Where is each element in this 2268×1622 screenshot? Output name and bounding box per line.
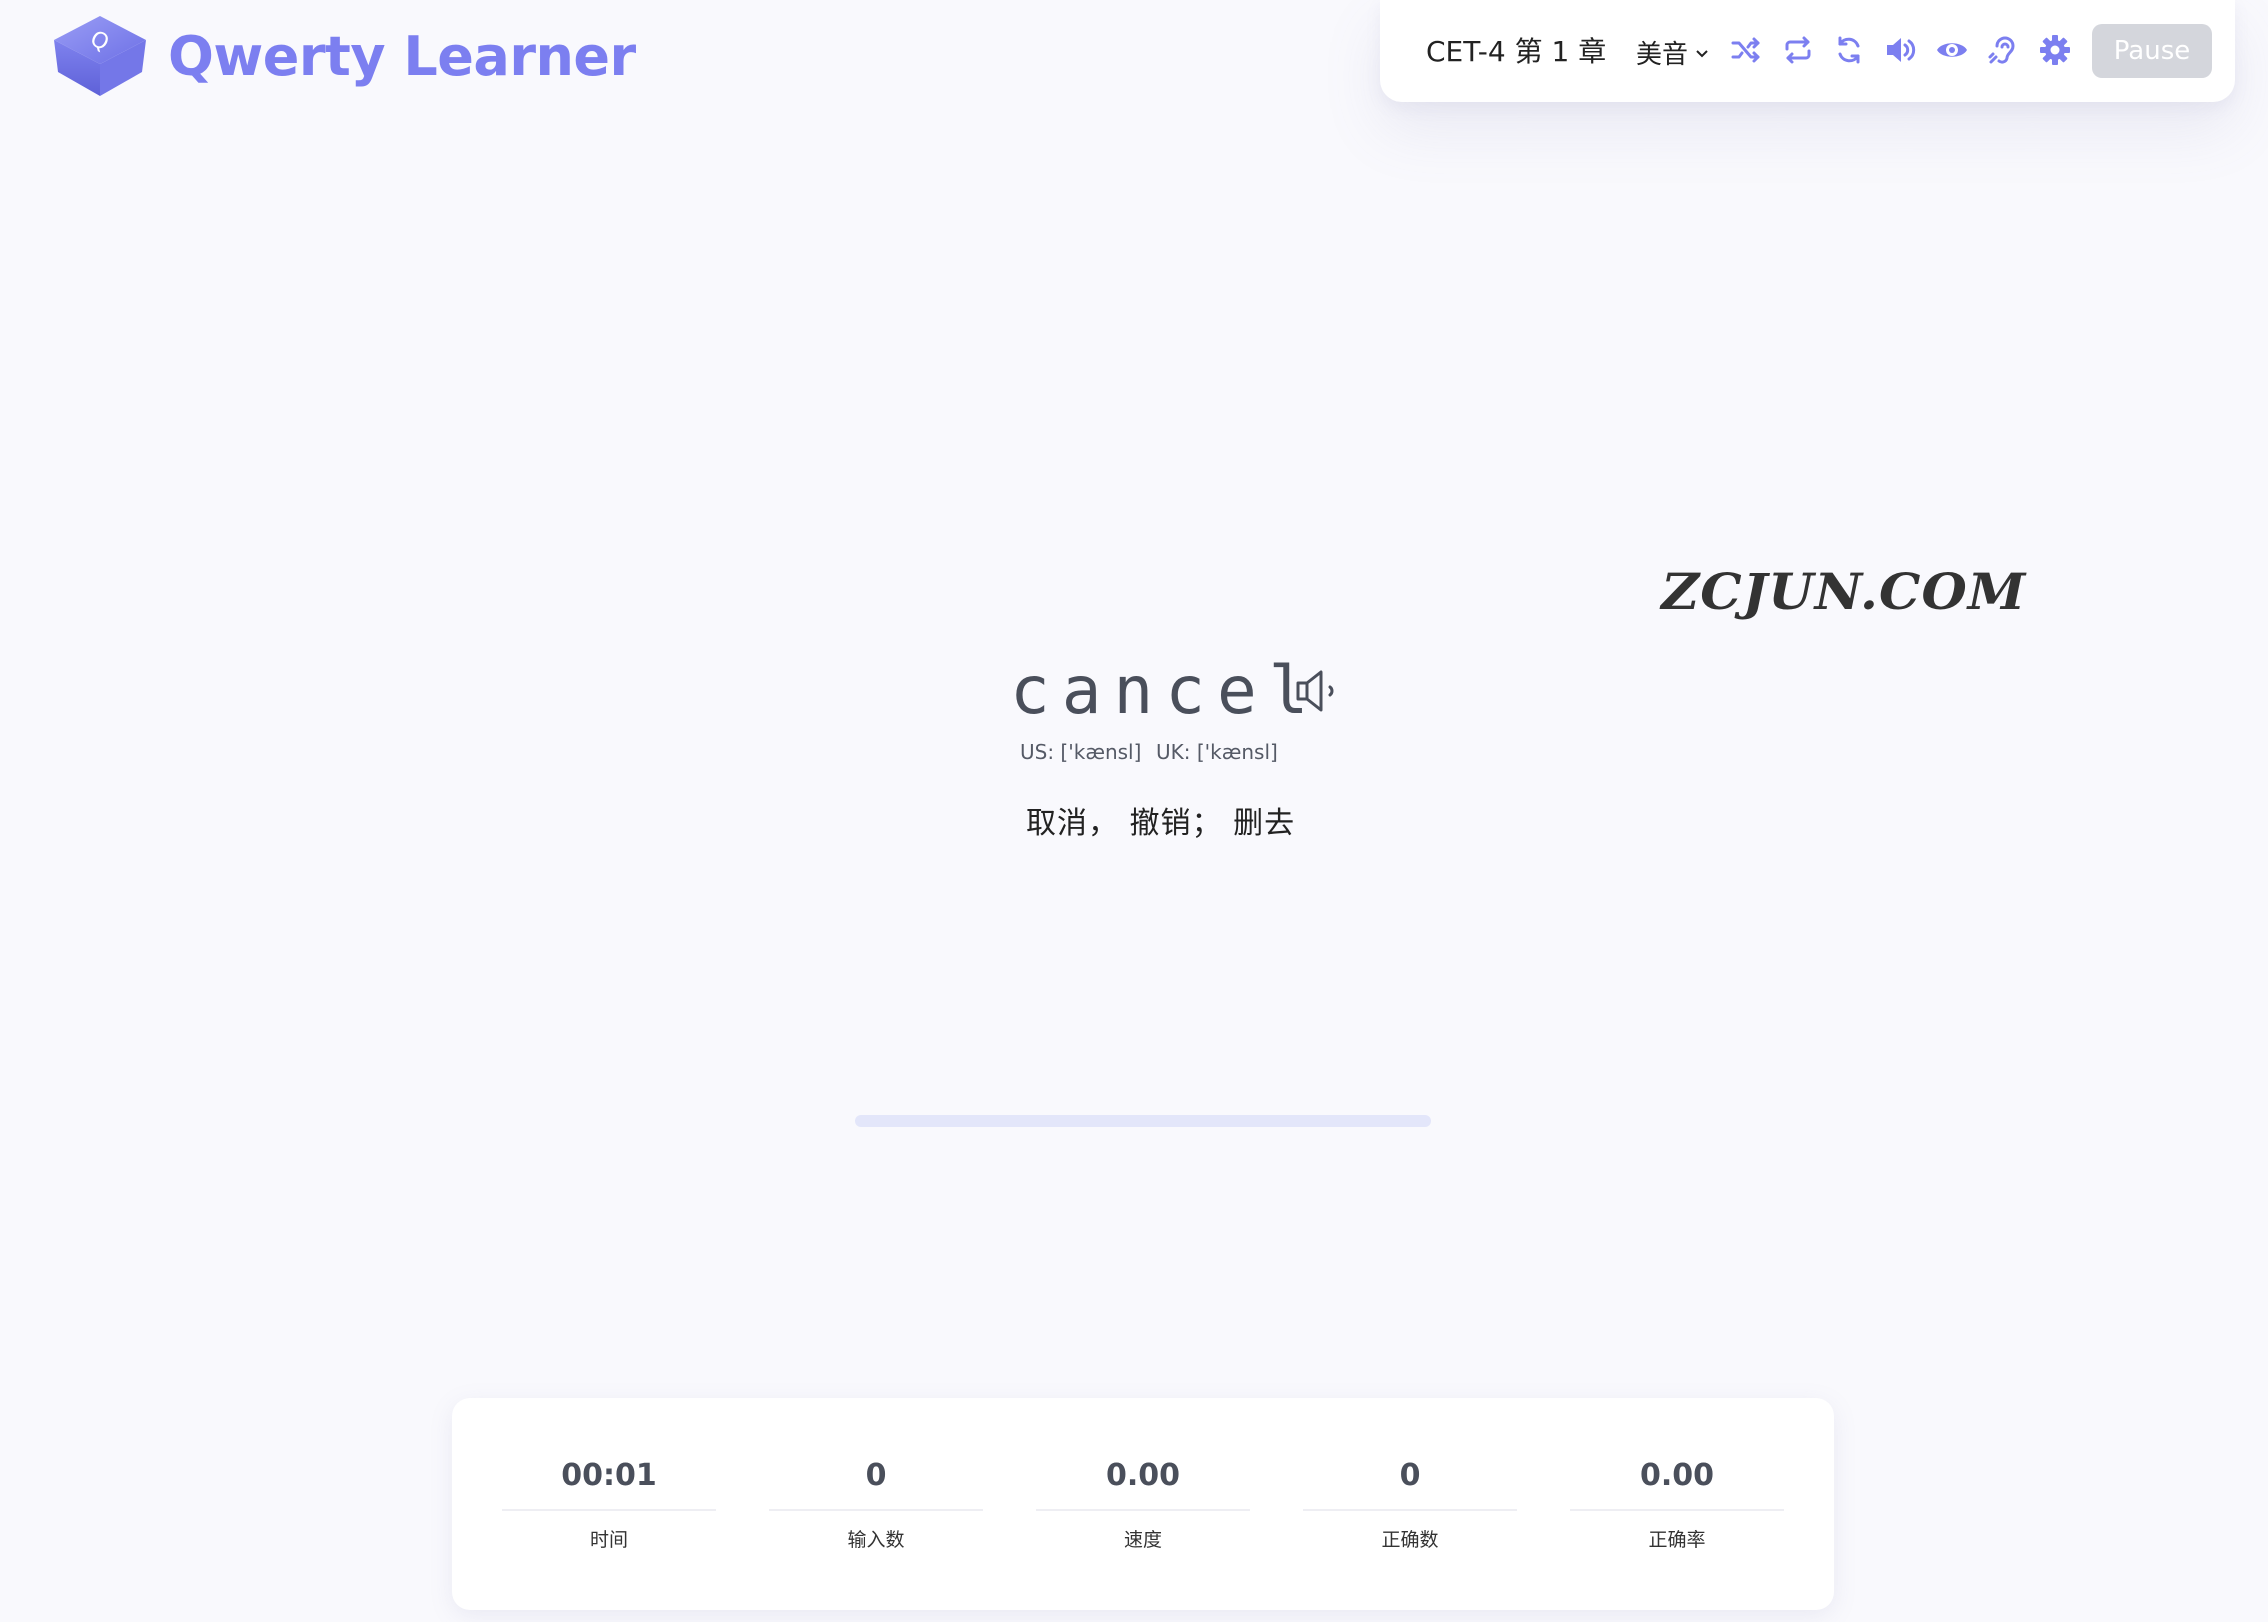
stat-speed: 0.00 速度	[1036, 1398, 1250, 1610]
logo[interactable]: Q Qwerty Learner	[48, 8, 636, 104]
repeat-icon[interactable]	[1831, 32, 1867, 68]
stat-label: 时间	[589, 1529, 628, 1551]
app-title: Qwerty Learner	[168, 24, 636, 88]
stat-correct-count: 0 正确数	[1303, 1398, 1517, 1610]
stat-label: 正确率	[1648, 1529, 1706, 1551]
current-word: cancel	[1010, 652, 1321, 729]
speaker-icon[interactable]	[1292, 664, 1346, 718]
stat-value: 0	[769, 1458, 983, 1511]
page: Q Qwerty Learner CET-4 第 1 章 美音 Pause ZC…	[0, 0, 2268, 1622]
dictionary-selector[interactable]: CET-4 第 1 章	[1426, 30, 1606, 70]
progress-bar	[855, 1115, 1431, 1127]
chevron-down-icon	[1696, 49, 1708, 57]
watermark: ZCJUN.COM	[1661, 562, 2027, 621]
stat-time: 00:01 时间	[502, 1398, 716, 1610]
stat-label: 正确数	[1381, 1529, 1439, 1551]
ear-icon[interactable]	[1985, 32, 2021, 68]
stat-value: 00:01	[502, 1458, 716, 1511]
volume-icon[interactable]	[1882, 32, 1918, 68]
pause-button[interactable]: Pause	[2092, 24, 2212, 78]
phonetic-uk: UK: ['kænsl]	[1156, 740, 1278, 764]
loop-icon[interactable]	[1780, 32, 1816, 68]
phonetic-us: US: ['kænsl]	[1020, 740, 1142, 764]
toolbar: CET-4 第 1 章 美音 Pause	[1380, 0, 2235, 102]
translation: 取消， 撤销； 删去	[1026, 806, 1296, 841]
accent-label: 美音	[1636, 40, 1689, 70]
stats-panel: 00:01 时间 0 输入数 0.00 速度 0 正确数 0.00 正确率	[452, 1398, 1834, 1610]
eye-icon[interactable]	[1934, 32, 1970, 68]
stat-value: 0	[1303, 1458, 1517, 1511]
gear-icon[interactable]	[2037, 32, 2073, 68]
stat-value: 0.00	[1036, 1458, 1250, 1511]
stat-accuracy: 0.00 正确率	[1570, 1398, 1784, 1610]
shuffle-icon[interactable]	[1728, 32, 1764, 68]
stat-label: 输入数	[847, 1529, 905, 1551]
accent-selector[interactable]: 美音	[1636, 34, 1710, 71]
keycap-logo-icon: Q	[54, 16, 146, 96]
stat-value: 0.00	[1570, 1458, 1784, 1511]
stat-label: 速度	[1123, 1529, 1162, 1551]
stat-input-count: 0 输入数	[769, 1398, 983, 1610]
